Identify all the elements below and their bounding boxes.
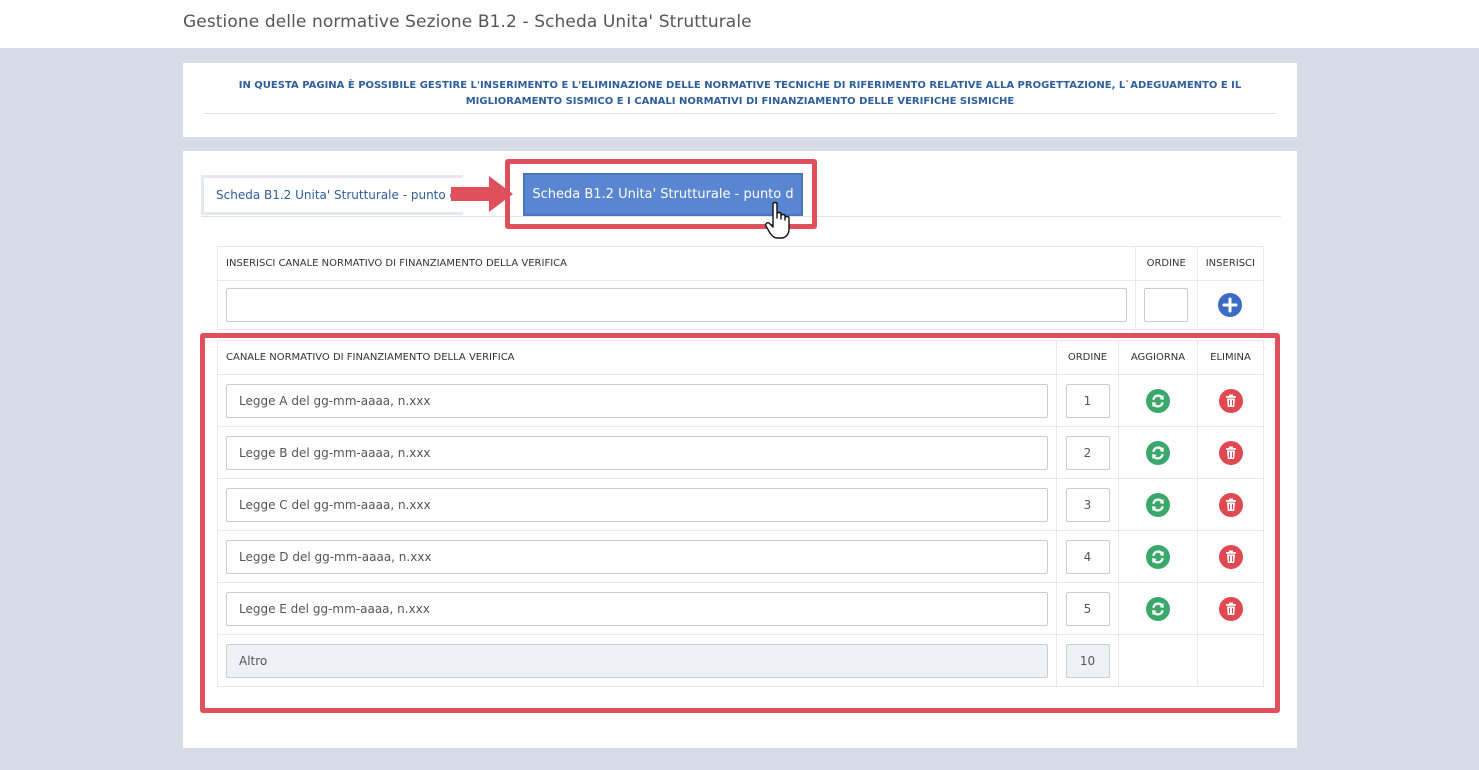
info-panel: IN QUESTA PAGINA È POSSIBILE GESTIRE L'I… (183, 63, 1297, 137)
canale-name-input[interactable] (226, 539, 1048, 574)
header-inserisci: INSERISCI (1196, 246, 1265, 281)
header-aggiorna: AGGIORNA (1118, 340, 1198, 375)
hand-cursor-icon (765, 201, 790, 239)
canale-order-input[interactable] (1065, 487, 1110, 522)
refresh-icon[interactable] (1146, 544, 1170, 569)
trash-icon[interactable] (1218, 492, 1243, 517)
canale-order-input[interactable] (1065, 539, 1110, 574)
altro-order-input (1065, 643, 1110, 678)
trash-icon[interactable] (1218, 388, 1243, 413)
tab-punto-d[interactable]: Scheda B1.2 Unita' Strutturale - punto d (523, 173, 803, 216)
header-ordine: ORDINE (1056, 340, 1119, 375)
canale-name-input[interactable] (226, 487, 1048, 522)
canale-order-input[interactable] (1065, 435, 1110, 470)
canale-name-input[interactable] (226, 383, 1048, 418)
tab-punto-c[interactable]: Scheda B1.2 Unita' Strutturale - punto c (201, 175, 463, 215)
canale-order-input[interactable] (1065, 591, 1110, 626)
refresh-icon[interactable] (1146, 492, 1170, 517)
page-title: Gestione delle normative Sezione B1.2 - … (183, 12, 752, 32)
header-insert-canale: INSERISCI CANALE NORMATIVO DI FINANZIAME… (217, 246, 1136, 281)
refresh-icon[interactable] (1146, 440, 1170, 465)
table-row-altro (217, 634, 1264, 687)
top-bar: Gestione delle normative Sezione B1.2 - … (0, 0, 1479, 48)
insert-table: INSERISCI CANALE NORMATIVO DI FINANZIAME… (217, 246, 1265, 330)
trash-icon[interactable] (1218, 440, 1243, 465)
canale-name-input[interactable] (226, 435, 1048, 470)
refresh-icon[interactable] (1146, 388, 1170, 413)
table-row (217, 374, 1264, 427)
refresh-icon[interactable] (1146, 596, 1170, 621)
table-row (217, 582, 1264, 635)
plus-icon[interactable] (1218, 293, 1243, 317)
header-canale: CANALE NORMATIVO DI FINANZIAMENTO DELLA … (217, 340, 1057, 375)
canale-order-input[interactable] (1065, 383, 1110, 418)
table-row (217, 530, 1264, 583)
new-order-input[interactable] (1144, 288, 1189, 322)
main-panel: Scheda B1.2 Unita' Strutturale - punto c… (183, 151, 1297, 748)
table-row (217, 426, 1264, 479)
trash-icon[interactable] (1218, 596, 1243, 621)
table-row (217, 478, 1264, 531)
header-ordine: ORDINE (1134, 246, 1198, 281)
divider (203, 113, 1277, 114)
info-text: IN QUESTA PAGINA È POSSIBILE GESTIRE L'I… (238, 80, 1242, 107)
header-elimina: ELIMINA (1197, 340, 1264, 375)
new-canale-input[interactable] (226, 288, 1127, 322)
canale-name-input[interactable] (226, 591, 1048, 626)
canali-table: CANALE NORMATIVO DI FINANZIAMENTO DELLA … (217, 340, 1264, 687)
trash-icon[interactable] (1218, 544, 1243, 569)
altro-name-input (226, 643, 1048, 678)
